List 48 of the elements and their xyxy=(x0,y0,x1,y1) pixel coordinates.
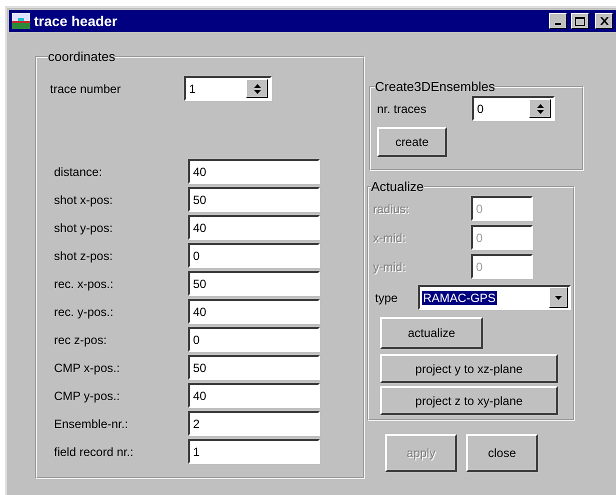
maximize-button[interactable] xyxy=(571,13,589,29)
close-icon xyxy=(600,17,608,25)
input-field[interactable]: 50 xyxy=(188,355,320,380)
input-field[interactable]: 0 xyxy=(188,327,320,352)
close-button[interactable]: close xyxy=(466,434,538,472)
field-label: type xyxy=(374,290,399,304)
field-label: shot x-pos: xyxy=(53,192,114,206)
input-field[interactable]: 1 xyxy=(188,439,320,464)
group-title: Create3DEnsembles xyxy=(375,79,495,94)
field-label: shot z-pos: xyxy=(53,248,114,262)
maximize-icon xyxy=(575,16,585,26)
field-label: distance: xyxy=(53,164,104,178)
group-title: Actualize xyxy=(371,179,424,194)
nr-traces-spinner[interactable]: 0 xyxy=(472,96,555,121)
close-button[interactable] xyxy=(595,13,613,29)
field-label: rec. y-pos.: xyxy=(53,304,114,318)
field-label: CMP x-pos.: xyxy=(53,360,121,374)
input-field[interactable]: 50 xyxy=(188,271,320,296)
input-field[interactable]: 2 xyxy=(188,411,320,436)
spin-arrows-icon[interactable] xyxy=(529,99,551,118)
window-title: trace header xyxy=(34,13,118,29)
app-icon xyxy=(12,13,30,29)
field-label: nr. traces xyxy=(377,102,428,116)
action-button[interactable]: project z to xy-plane xyxy=(380,386,558,415)
field-label: rec z-pos: xyxy=(53,332,108,346)
field-label: radius: xyxy=(373,202,410,216)
field-label: trace number xyxy=(50,82,122,96)
action-button[interactable]: project y to xz-plane xyxy=(380,354,558,383)
input-field[interactable]: 50 xyxy=(188,187,320,212)
field-label: rec. x-pos.: xyxy=(53,276,114,290)
trace-number-spinner[interactable]: 1 xyxy=(184,76,272,101)
input-field[interactable]: 40 xyxy=(188,159,320,184)
minimize-button[interactable] xyxy=(549,13,567,29)
field-label: y-mid: xyxy=(373,260,407,274)
action-button[interactable]: actualize xyxy=(380,317,483,349)
field-label: field record nr.: xyxy=(53,444,134,458)
input-field[interactable]: 40 xyxy=(188,383,320,408)
input-field[interactable]: 0 xyxy=(188,243,320,268)
field-label: CMP y-pos.: xyxy=(53,388,121,402)
type-dropdown[interactable]: RAMAC-GPS xyxy=(418,285,571,310)
field-label: shot y-pos: xyxy=(53,220,114,234)
spin-arrows-icon[interactable] xyxy=(246,79,268,98)
input-field[interactable]: 40 xyxy=(188,215,320,240)
input-field[interactable]: 40 xyxy=(188,299,320,324)
field-label: Ensemble-nr.: xyxy=(53,416,130,430)
group-title: coordinates xyxy=(48,49,116,64)
create-button[interactable]: create xyxy=(377,127,447,157)
field-label: x-mid: xyxy=(373,230,407,244)
